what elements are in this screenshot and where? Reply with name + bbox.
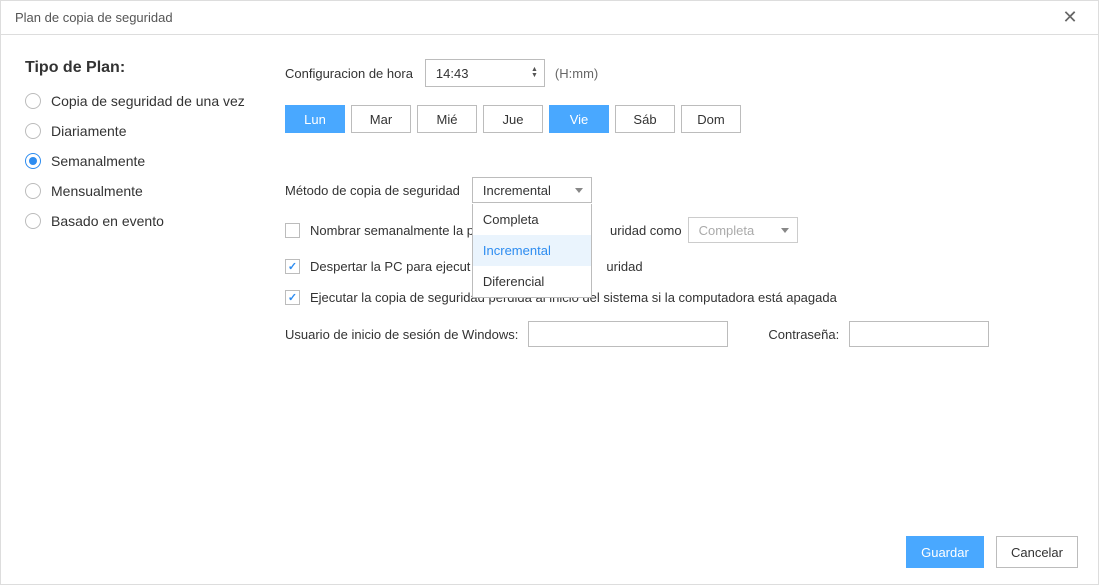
time-label: Configuracion de hora (285, 66, 413, 81)
day-label: Mié (437, 112, 458, 127)
day-label: Dom (697, 112, 724, 127)
save-button-label: Guardar (921, 545, 969, 560)
day-dom[interactable]: Dom (681, 105, 741, 133)
radio-event[interactable]: Basado en evento (25, 213, 275, 229)
plan-type-heading: Tipo de Plan: (25, 59, 275, 77)
radio-daily[interactable]: Diariamente (25, 123, 275, 139)
radio-icon (25, 183, 41, 199)
check-weekly[interactable] (285, 223, 300, 238)
save-button[interactable]: Guardar (906, 536, 984, 568)
weekly-type-value: Completa (699, 223, 755, 238)
chevron-down-icon (575, 188, 583, 193)
radio-label: Copia de seguridad de una vez (51, 93, 245, 109)
cancel-button-label: Cancelar (1011, 545, 1063, 560)
day-label: Jue (503, 112, 524, 127)
radio-monthly[interactable]: Mensualmente (25, 183, 275, 199)
radio-label: Basado en evento (51, 213, 164, 229)
method-dropdown: Completa Incremental Diferencial (472, 204, 592, 298)
day-mie[interactable]: Mié (417, 105, 477, 133)
radio-once[interactable]: Copia de seguridad de una vez (25, 93, 275, 109)
main-panel: Configuracion de hora 14:43 ▲▼ (H:mm) Lu… (285, 59, 1074, 520)
check-wake-label-a: Despertar la PC para ejecut (310, 259, 470, 274)
windows-pass-label: Contraseña: (768, 327, 839, 342)
method-value: Incremental (483, 183, 551, 198)
day-mar[interactable]: Mar (351, 105, 411, 133)
footer: Guardar Cancelar (1, 520, 1098, 584)
radio-icon (25, 213, 41, 229)
radio-label: Semanalmente (51, 153, 145, 169)
windows-user-label: Usuario de inicio de sesión de Windows: (285, 327, 518, 342)
radio-label: Mensualmente (51, 183, 143, 199)
radio-weekly[interactable]: Semanalmente (25, 153, 275, 169)
method-select[interactable]: Incremental Completa Incremental Diferen… (472, 177, 592, 203)
close-icon[interactable]: ✕ (1054, 2, 1086, 34)
weekly-type-select[interactable]: Completa (688, 217, 798, 243)
days-row: Lun Mar Mié Jue Vie Sáb Dom (285, 105, 1074, 133)
method-option-diferencial[interactable]: Diferencial (473, 266, 591, 297)
radio-icon (25, 93, 41, 109)
check-wake[interactable] (285, 259, 300, 274)
radio-icon (25, 153, 41, 169)
day-label: Mar (370, 112, 392, 127)
backup-plan-dialog: Plan de copia de seguridad ✕ Tipo de Pla… (0, 0, 1099, 585)
windows-pass-input[interactable] (849, 321, 989, 347)
radio-label: Diariamente (51, 123, 126, 139)
time-suffix: (H:mm) (555, 66, 598, 81)
time-spinner-icon[interactable]: ▲▼ (531, 67, 538, 79)
time-input[interactable]: 14:43 ▲▼ (425, 59, 545, 87)
cancel-button[interactable]: Cancelar (996, 536, 1078, 568)
day-jue[interactable]: Jue (483, 105, 543, 133)
time-value: 14:43 (436, 66, 469, 81)
day-sab[interactable]: Sáb (615, 105, 675, 133)
plan-type-sidebar: Tipo de Plan: Copia de seguridad de una … (25, 59, 285, 520)
radio-icon (25, 123, 41, 139)
window-title: Plan de copia de seguridad (13, 10, 173, 25)
check-weekly-label-b: uridad como (610, 223, 682, 238)
check-wake-row: Despertar la PC para ejecut uridad (285, 259, 1074, 274)
method-option-completa[interactable]: Completa (473, 204, 591, 235)
chevron-down-icon (781, 228, 789, 233)
method-option-incremental[interactable]: Incremental (473, 235, 591, 266)
check-weekly-row: Nombrar semanalmente la p uridad como Co… (285, 217, 1074, 243)
day-lun[interactable]: Lun (285, 105, 345, 133)
login-row: Usuario de inicio de sesión de Windows: … (285, 321, 1074, 347)
check-missed[interactable] (285, 290, 300, 305)
method-label: Método de copia de seguridad (285, 183, 460, 198)
titlebar: Plan de copia de seguridad ✕ (1, 1, 1098, 35)
day-vie[interactable]: Vie (549, 105, 609, 133)
day-label: Vie (570, 112, 589, 127)
day-label: Lun (304, 112, 326, 127)
check-weekly-label-a: Nombrar semanalmente la p (310, 223, 474, 238)
windows-user-input[interactable] (528, 321, 728, 347)
day-label: Sáb (633, 112, 656, 127)
check-wake-label-b: uridad (606, 259, 642, 274)
check-missed-row: Ejecutar la copia de seguridad perdida a… (285, 290, 1074, 305)
